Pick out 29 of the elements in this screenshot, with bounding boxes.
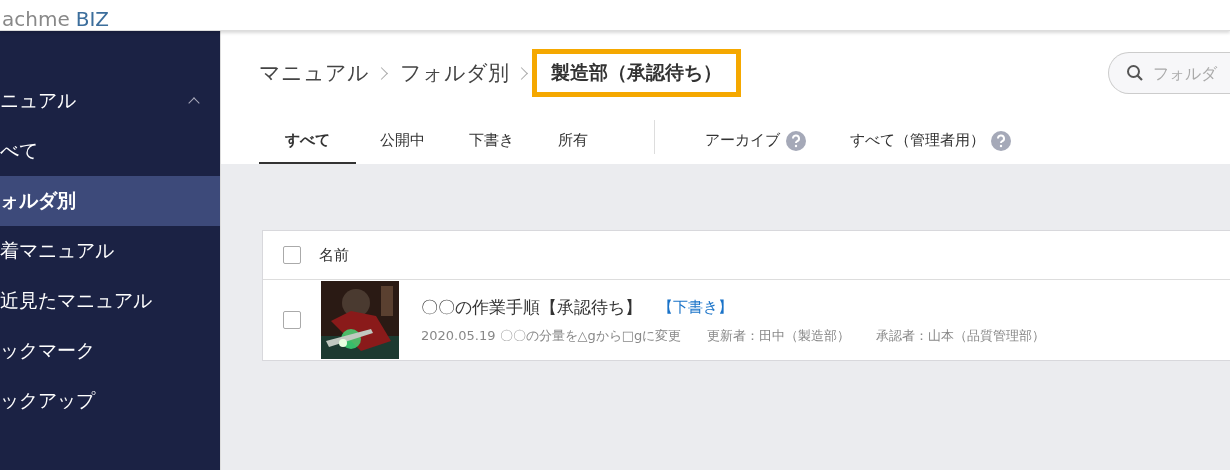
tab[interactable]: 公開中 — [380, 118, 425, 164]
sidebar-item[interactable]: ニュアル — [0, 76, 220, 126]
tab[interactable]: 所有 — [558, 118, 588, 164]
sidebar-item[interactable]: ックマーク — [0, 326, 220, 376]
sidebar-item[interactable]: 近見たマニュアル — [0, 276, 220, 326]
checkbox[interactable] — [283, 246, 301, 264]
help-icon[interactable] — [786, 131, 806, 151]
current-folder-title: 製造部（承認待ち） — [532, 49, 741, 97]
breadcrumb-link[interactable]: マニュアル — [259, 59, 369, 87]
manual-meta: 承認者：山本（品質管理部） — [876, 326, 1046, 345]
tab[interactable]: すべて（管理者用） — [850, 118, 985, 164]
checkbox[interactable] — [283, 311, 301, 329]
manual-title[interactable]: 〇〇の作業手順【承認待ち】 — [421, 295, 642, 319]
logo-text: BIZ — [75, 8, 110, 30]
tab[interactable]: 下書き — [469, 118, 514, 164]
logo-text: achme — [2, 8, 70, 30]
search-icon — [1126, 64, 1144, 82]
column-header: 名前 — [319, 245, 349, 265]
sidebar-item[interactable]: ォルダ別 — [0, 176, 220, 226]
sidebar-item[interactable]: べて — [0, 126, 220, 176]
search-field[interactable]: フォルダ — [1108, 52, 1230, 94]
manual-meta: 更新者：田中（製造部） — [707, 326, 851, 345]
manual-meta: 2020.05.19 〇〇の分量を△gから□gに変更 — [421, 326, 682, 345]
tab[interactable]: アーカイブ — [705, 118, 780, 164]
breadcrumb-link[interactable]: フォルダ別 — [400, 59, 509, 87]
sidebar-item[interactable]: ックアップ — [0, 376, 220, 426]
status-label: 【下書き】 — [658, 297, 733, 317]
sidebar-item[interactable]: 着マニュアル — [0, 226, 220, 276]
help-icon[interactable] — [991, 131, 1011, 151]
